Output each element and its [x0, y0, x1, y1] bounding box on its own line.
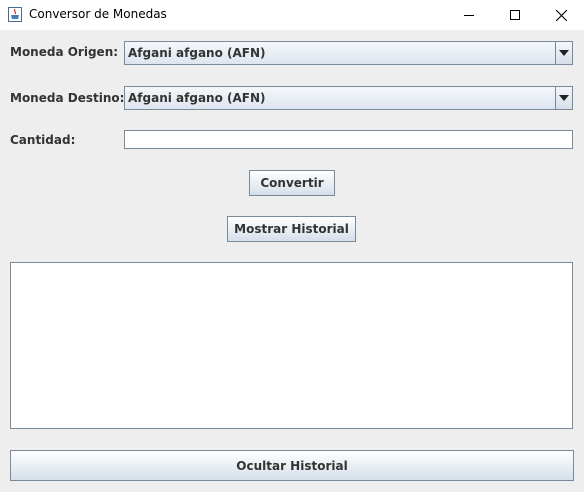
hide-history-button[interactable]: Ocultar Historial: [10, 450, 574, 481]
show-history-button[interactable]: Mostrar Historial: [227, 216, 356, 242]
chevron-down-icon: [559, 50, 569, 56]
dest-currency-value: Afgani afgano (AFN): [128, 91, 266, 105]
window-title: Conversor de Monedas: [29, 7, 167, 21]
minimize-button[interactable]: [446, 0, 492, 30]
origin-dropdown-button[interactable]: [555, 42, 572, 64]
maximize-button[interactable]: [492, 0, 538, 30]
origin-currency-value: Afgani afgano (AFN): [128, 46, 266, 60]
close-icon: [555, 9, 567, 21]
minimize-icon: [464, 15, 474, 16]
dest-currency-select[interactable]: Afgani afgano (AFN): [124, 86, 573, 110]
title-bar: Conversor de Monedas: [0, 0, 584, 30]
amount-input[interactable]: [124, 130, 573, 149]
origin-currency-select[interactable]: Afgani afgano (AFN): [124, 41, 573, 65]
dest-currency-label: Moneda Destino:: [10, 91, 125, 105]
amount-label: Cantidad:: [10, 133, 76, 147]
convert-button[interactable]: Convertir: [249, 170, 335, 196]
close-button[interactable]: [538, 0, 584, 30]
dest-dropdown-button[interactable]: [555, 87, 572, 109]
history-textarea[interactable]: [10, 262, 573, 429]
origin-currency-label: Moneda Origen:: [10, 45, 119, 59]
main-panel: Moneda Origen: Afgani afgano (AFN) Moned…: [0, 30, 584, 492]
java-coffee-icon: [8, 7, 22, 22]
chevron-down-icon: [559, 95, 569, 101]
maximize-icon: [510, 10, 520, 20]
